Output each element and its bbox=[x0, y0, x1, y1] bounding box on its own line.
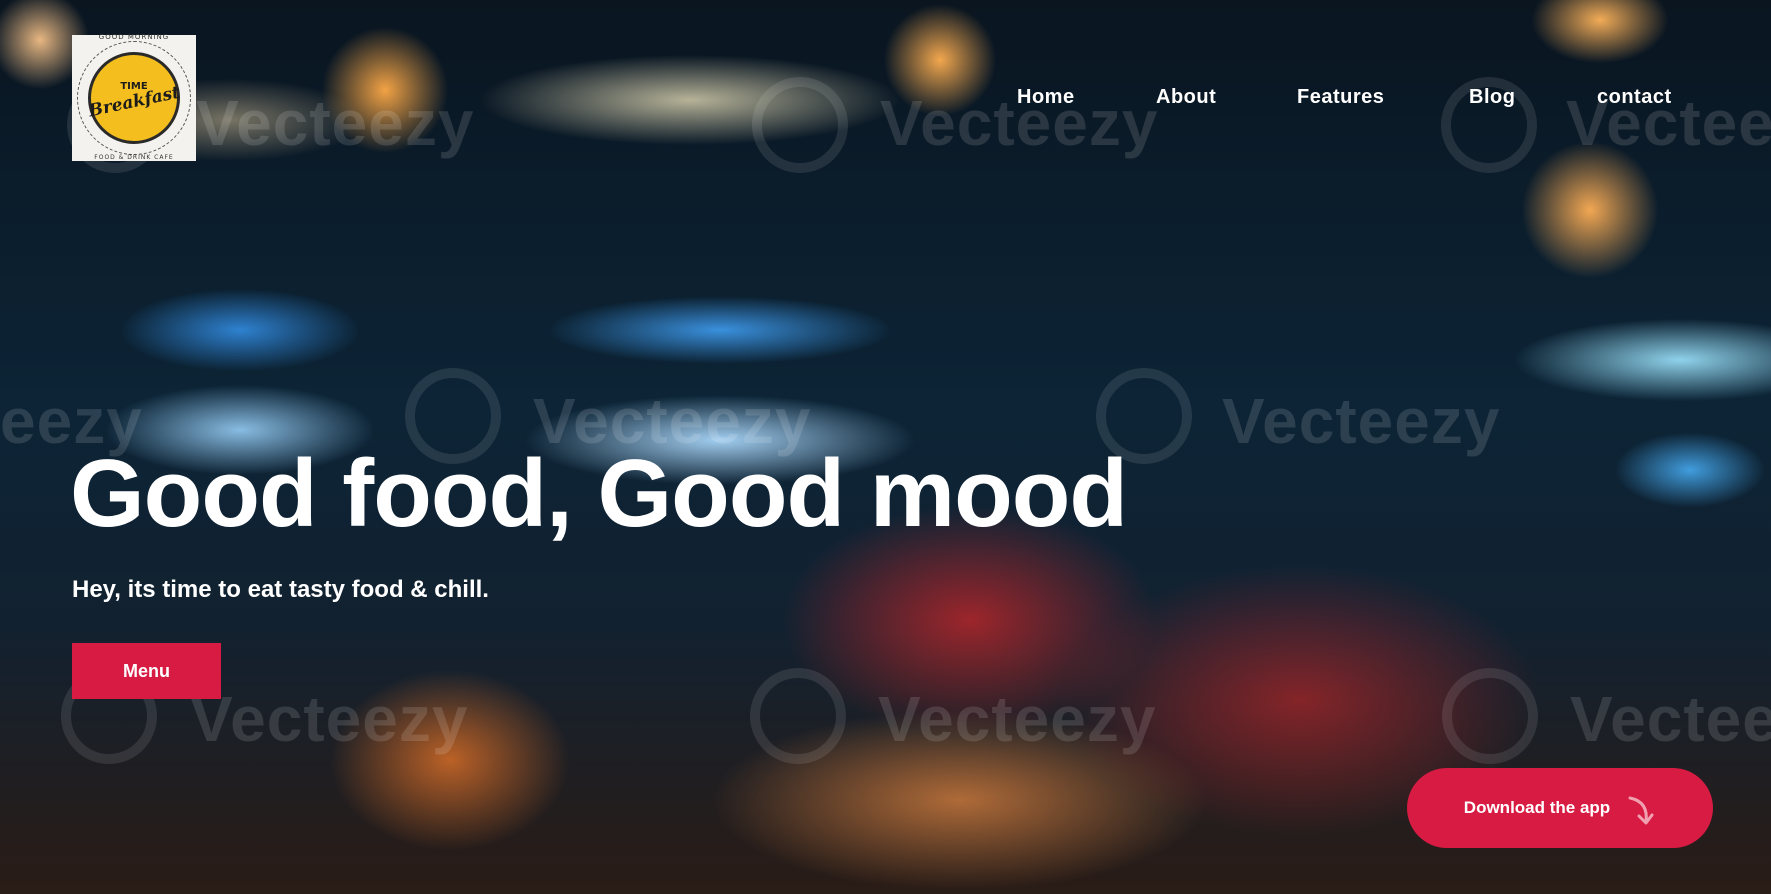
logo-bottom-text: FOOD & DRINK CAFE bbox=[94, 154, 174, 161]
watermark-text: Vecteezy bbox=[190, 683, 469, 755]
watermark-logo-icon bbox=[750, 668, 846, 764]
curved-arrow-down-icon bbox=[1626, 794, 1656, 828]
download-app-button[interactable]: Download the app bbox=[1407, 768, 1713, 848]
nav-link-about[interactable]: About bbox=[1156, 86, 1216, 109]
hero-headline: Good food, Good mood bbox=[70, 440, 1128, 547]
watermark-text: Vecteezy bbox=[1222, 385, 1501, 457]
logo-top-text: GOOD MORNING bbox=[98, 33, 170, 41]
nav-link-contact[interactable]: contact bbox=[1597, 86, 1672, 109]
nav-link-blog[interactable]: Blog bbox=[1469, 86, 1515, 109]
nav-link-features[interactable]: Features bbox=[1297, 86, 1384, 109]
hero-section: Vecteezy Vecteezy Vecteezy eezy Vecteezy… bbox=[0, 0, 1771, 894]
hero-subheadline: Hey, its time to eat tasty food & chill. bbox=[72, 576, 489, 603]
menu-button[interactable]: Menu bbox=[72, 643, 221, 699]
nav-link-home[interactable]: Home bbox=[1017, 86, 1075, 109]
watermark-text: Vecteezy bbox=[878, 683, 1157, 755]
main-nav: Home About Features Blog contact bbox=[0, 86, 1771, 110]
download-app-label: Download the app bbox=[1463, 798, 1611, 817]
watermark-logo-icon bbox=[1442, 668, 1538, 764]
watermark-text: Vecteezy bbox=[1570, 683, 1771, 755]
